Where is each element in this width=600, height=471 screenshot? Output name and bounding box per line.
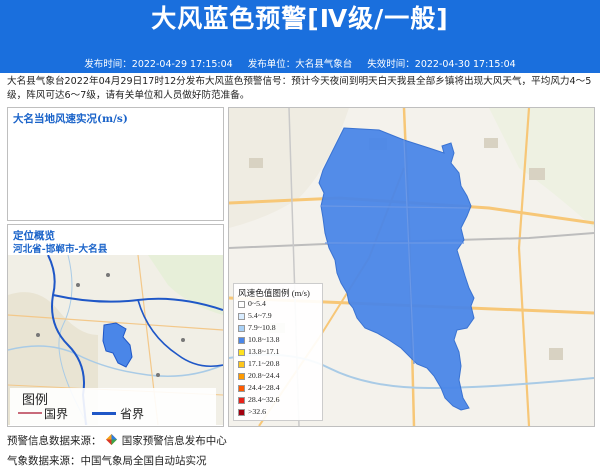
warning-meta: 发布时间：2022-04-29 17:15:04 发布单位：大名县气象台 失效时…	[0, 57, 600, 73]
province-border-swatch	[92, 412, 116, 415]
legend-swatch	[238, 348, 245, 356]
national-border-swatch	[18, 412, 42, 414]
wind-legend-item: 24.4~28.4	[238, 383, 280, 392]
weather-source-line: 气象数据来源：中国气象局全国自动站实况	[7, 456, 207, 467]
legend-swatch	[238, 360, 245, 368]
wind-legend-item: 20.8~24.4	[238, 371, 280, 380]
wind-legend-item: 28.4~32.6	[238, 395, 280, 404]
legend-swatch	[238, 384, 245, 392]
legend-swatch	[238, 372, 245, 380]
wind-legend-item: 17.1~20.8	[238, 359, 280, 368]
wind-speed-panel: 大名当地风速实况(m/s)	[7, 107, 224, 221]
wind-panel-title: 大名当地风速实况(m/s)	[13, 113, 128, 125]
expire-time: 失效时间：2022-04-30 17:15:04	[367, 59, 516, 70]
wind-speed-legend: 风速色值图例 (m/s) 0~5.4 5.4~7.9 7.9~10.8 10.8…	[233, 283, 323, 421]
source-line: 预警信息数据来源： 国家预警信息发布中心	[7, 433, 227, 448]
wind-legend-item: 10.8~13.8	[238, 335, 280, 344]
wind-legend-item: 0~5.4	[238, 299, 266, 308]
national-border-label: 国界	[44, 407, 69, 421]
source-label: 预警信息数据来源：	[7, 436, 102, 447]
wind-legend-item: 7.9~10.8	[238, 323, 276, 332]
legend-swatch	[238, 336, 245, 344]
publisher: 发布单位：大名县气象台	[247, 59, 353, 70]
wind-legend-item: 5.4~7.9	[238, 311, 272, 320]
boundary-legend: 图例 国界 省界	[10, 388, 216, 426]
publish-time: 发布时间：2022-04-29 17:15:04	[84, 59, 233, 70]
legend-swatch	[238, 312, 245, 320]
bulletin-text: 大名县气象台2022年04月29日17时12分发布大风蓝色预警信号：预计今天夜间…	[7, 76, 592, 101]
page-title: 大风蓝色预警[Ⅳ级/一般]	[151, 4, 449, 33]
wind-legend-title: 风速色值图例 (m/s)	[238, 288, 310, 298]
province-border-label: 省界	[120, 407, 145, 421]
legend-swatch	[238, 300, 245, 308]
legend-swatch	[238, 396, 245, 404]
source-name[interactable]: 国家预警信息发布中心	[122, 436, 227, 447]
release-center-logo-icon	[106, 434, 118, 445]
wind-legend-item: 13.8~17.1	[238, 347, 280, 356]
wind-legend-item: >32.6	[238, 407, 266, 416]
legend-swatch	[238, 324, 245, 332]
legend-swatch	[238, 408, 245, 416]
location-subtitle: 河北省-邯郸市-大名县	[13, 244, 108, 255]
